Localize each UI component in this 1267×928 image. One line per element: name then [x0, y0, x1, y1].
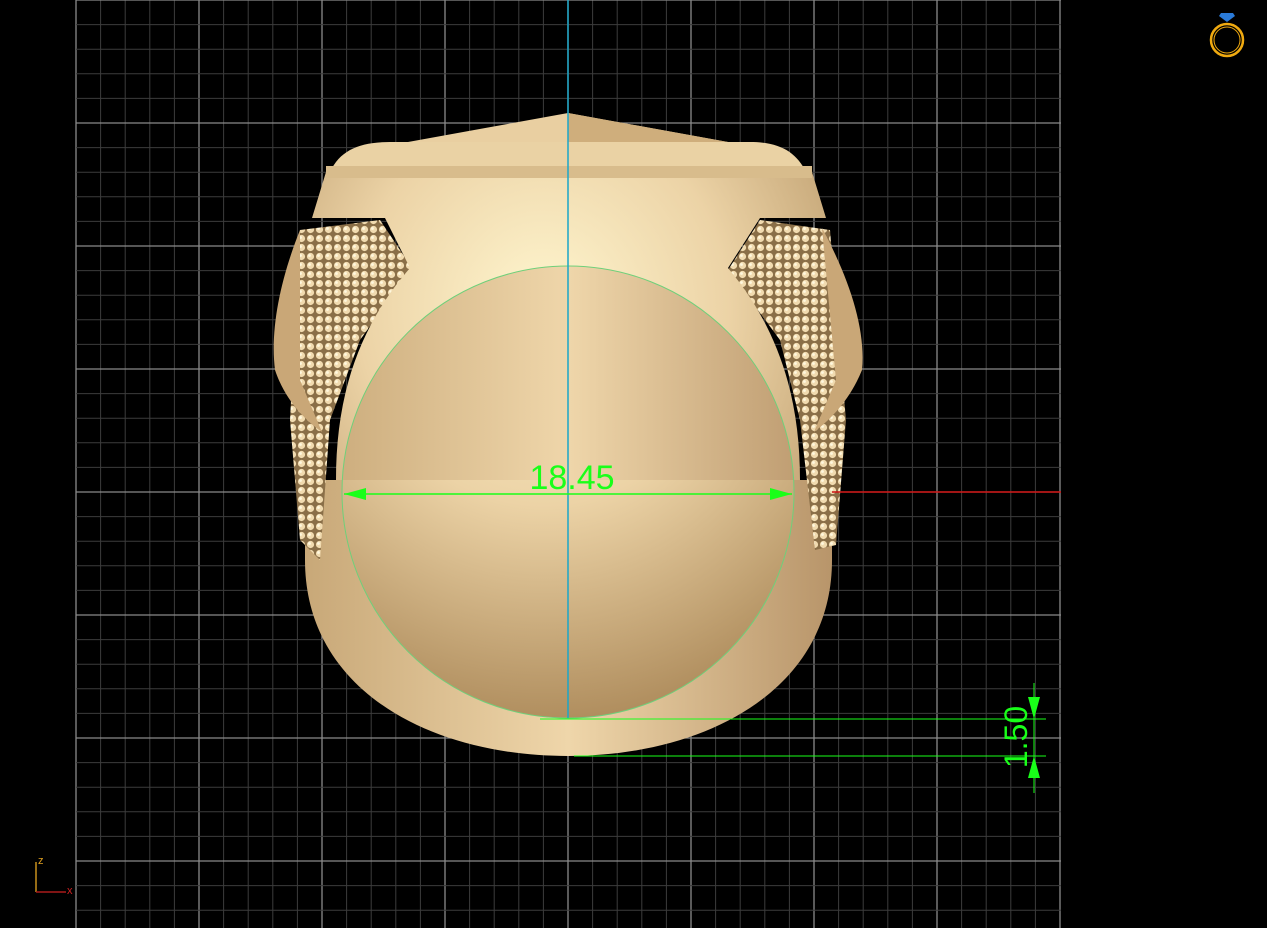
3d-viewport[interactable]: 18.45 1.50 z x — [0, 0, 1267, 928]
z-axis-label: z — [38, 855, 44, 867]
axis-triad: z x — [35, 855, 73, 897]
ring-icon[interactable] — [1209, 13, 1245, 58]
x-axis-label: x — [67, 885, 73, 897]
ring-top-bezel-shade — [568, 113, 728, 142]
diameter-label: 18.45 — [529, 459, 614, 497]
thickness-label: 1.50 — [998, 706, 1034, 768]
ring-top-band — [326, 166, 812, 178]
